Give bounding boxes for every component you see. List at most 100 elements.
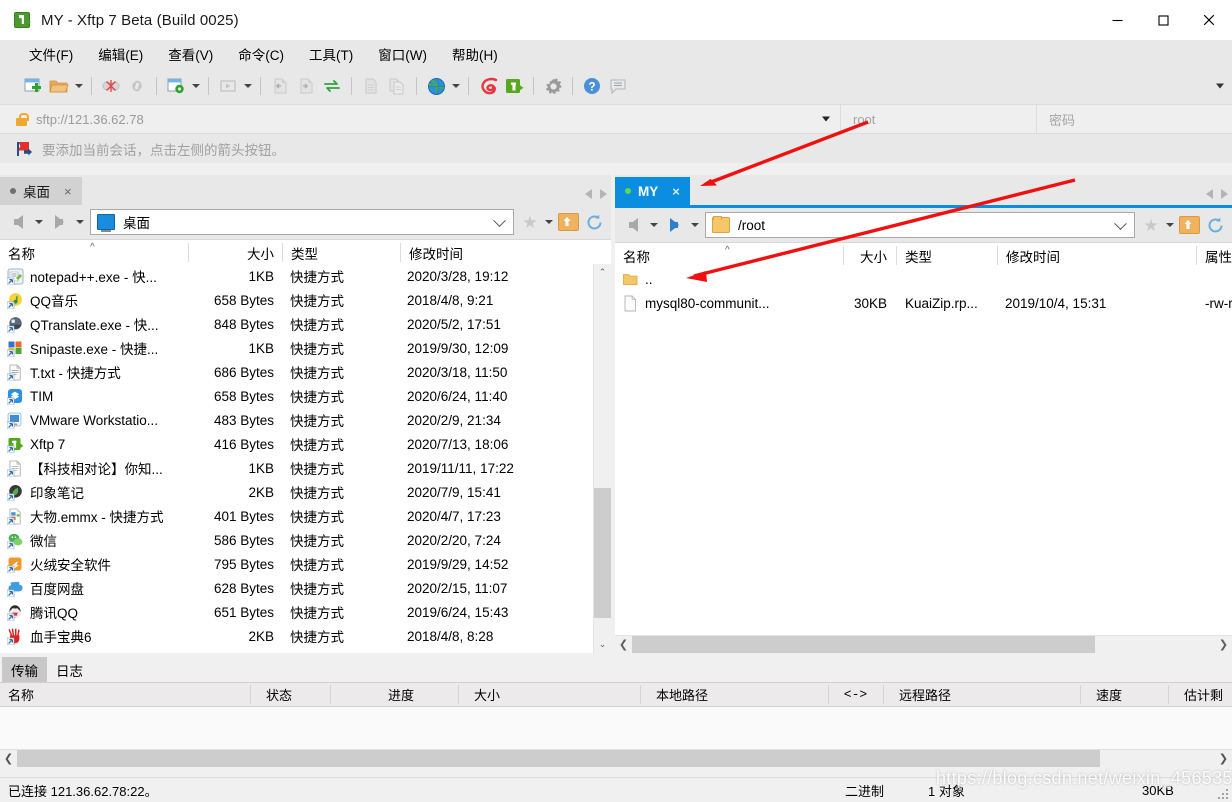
- tab-transfer[interactable]: 传输: [2, 656, 47, 683]
- transfer-col-local-path[interactable]: 本地路径: [648, 683, 818, 706]
- session-properties-button[interactable]: [163, 73, 189, 99]
- local-col-type[interactable]: 类型: [283, 240, 400, 265]
- col-divider[interactable]: [250, 685, 251, 704]
- toolbar-overflow-caret[interactable]: [1216, 83, 1224, 89]
- file-row[interactable]: 微信 586 Bytes 快捷方式 2020/2/20, 7:24: [0, 528, 611, 552]
- url-dropdown-caret[interactable]: [822, 116, 830, 122]
- remote-path-dropdown-caret[interactable]: [1114, 217, 1127, 231]
- run-dropdown[interactable]: [241, 73, 254, 99]
- local-path-dropdown-caret[interactable]: [493, 214, 506, 228]
- remote-path-input[interactable]: /root: [705, 212, 1135, 238]
- file-row[interactable]: 大物.emmx - 快捷方式 401 Bytes 快捷方式 2020/4/7, 17:…: [0, 504, 611, 528]
- scroll-thumb[interactable]: [632, 636, 1095, 653]
- file-row[interactable]: 百度网盘 628 Bytes 快捷方式 2020/2/15, 11:07: [0, 576, 611, 600]
- file-row[interactable]: Xftp 7 416 Bytes 快捷方式 2020/7/13, 18:06: [0, 432, 611, 456]
- options-button[interactable]: [540, 73, 566, 99]
- tab-close-icon[interactable]: ×: [64, 185, 72, 198]
- transfer-col-name[interactable]: 名称: [0, 683, 250, 706]
- menu-tools[interactable]: 工具(T): [298, 41, 364, 68]
- tab-prev-arrow-icon[interactable]: [585, 189, 592, 199]
- remote-up-button[interactable]: [1176, 212, 1202, 238]
- remote-file-list[interactable]: .. mysql80-communit... 30KB KuaiZip.rp... 20…: [615, 267, 1232, 653]
- col-divider[interactable]: [1080, 685, 1081, 704]
- new-session-button[interactable]: [20, 73, 46, 99]
- local-path-input[interactable]: 桌面: [90, 209, 514, 235]
- file-row[interactable]: 火绒安全软件 795 Bytes 快捷方式 2019/9/29, 14:52: [0, 552, 611, 576]
- file-row[interactable]: 血手宝典6 2KB 快捷方式 2018/4/8, 8:28: [0, 624, 611, 648]
- transfer-list-body[interactable]: [0, 707, 1232, 749]
- scroll-right-arrow[interactable]: ❯: [1215, 636, 1232, 653]
- resize-grip-icon[interactable]: [1218, 789, 1229, 800]
- remote-col-modified[interactable]: 修改时间: [998, 243, 1196, 268]
- minimize-button[interactable]: [1094, 0, 1140, 40]
- globe-button[interactable]: [423, 73, 449, 99]
- local-up-button[interactable]: [555, 209, 581, 235]
- transfer-col-progress[interactable]: 进度: [380, 683, 450, 706]
- scroll-right-arrow[interactable]: ❯: [1215, 750, 1232, 767]
- scroll-left-arrow[interactable]: ❮: [615, 636, 632, 653]
- col-divider[interactable]: [458, 685, 459, 704]
- remote-forward-history-caret[interactable]: [688, 212, 701, 238]
- remote-bookmark-caret[interactable]: [1163, 212, 1176, 238]
- transfer-horizontal-scrollbar[interactable]: ❮ ❯: [0, 749, 1232, 767]
- remote-refresh-button[interactable]: [1202, 212, 1228, 238]
- local-refresh-button[interactable]: [581, 209, 607, 235]
- close-button[interactable]: [1186, 0, 1232, 40]
- tab-next-arrow-icon[interactable]: [600, 189, 607, 199]
- local-file-list[interactable]: notepad++.exe - 快... 1KB 快捷方式 2020/3/28, 19…: [0, 264, 611, 653]
- globe-dropdown[interactable]: [449, 73, 462, 99]
- col-divider[interactable]: [883, 685, 884, 704]
- remote-col-attrs[interactable]: 属性: [1197, 243, 1232, 268]
- remote-horizontal-scrollbar[interactable]: ❮ ❯: [615, 635, 1232, 653]
- xftp-green-button[interactable]: [501, 73, 527, 99]
- password-field[interactable]: 密码: [1036, 105, 1232, 133]
- remote-back-button[interactable]: [619, 212, 647, 238]
- remote-col-type[interactable]: 类型: [897, 243, 997, 268]
- file-row[interactable]: VMware Workstatio... 483 Bytes 快捷方式 2020/2/…: [0, 408, 611, 432]
- scroll-up-arrow[interactable]: ⌃: [594, 264, 611, 281]
- menu-command[interactable]: 命令(C): [227, 41, 295, 68]
- local-col-size[interactable]: 大小: [188, 240, 282, 265]
- scroll-thumb[interactable]: [17, 750, 1100, 767]
- transfer-col-speed[interactable]: 速度: [1088, 683, 1168, 706]
- tab-close-icon[interactable]: ×: [672, 185, 680, 198]
- transfer-col-remote-path[interactable]: 远程路径: [891, 683, 1071, 706]
- help-button[interactable]: ?: [579, 73, 605, 99]
- file-row[interactable]: QTranslate.exe - 快... 848 Bytes 快捷方式 2020/5…: [0, 312, 611, 336]
- transfer-col-eta[interactable]: 估计剩: [1176, 683, 1232, 706]
- username-field[interactable]: root: [840, 105, 1036, 133]
- transfer-col-direction[interactable]: <->: [828, 683, 883, 706]
- file-row[interactable]: 腾讯QQ 651 Bytes 快捷方式 2019/6/24, 15:43: [0, 600, 611, 624]
- scroll-down-arrow[interactable]: ⌄: [594, 636, 611, 653]
- session-url-field[interactable]: sftp://121.36.62.78: [0, 105, 840, 133]
- menu-help[interactable]: 帮助(H): [441, 41, 509, 68]
- local-forward-history-caret[interactable]: [73, 209, 86, 235]
- file-row[interactable]: notepad++.exe - 快... 1KB 快捷方式 2020/3/28, 19…: [0, 264, 611, 288]
- scroll-left-arrow[interactable]: ❮: [0, 750, 17, 767]
- col-divider[interactable]: [330, 685, 331, 704]
- file-row[interactable]: TIM 658 Bytes 快捷方式 2020/6/24, 11:40: [0, 384, 611, 408]
- feedback-button[interactable]: [605, 73, 631, 99]
- transfer-col-status[interactable]: 状态: [258, 683, 328, 706]
- local-bookmark-caret[interactable]: [542, 209, 555, 235]
- remote-back-history-caret[interactable]: [647, 212, 660, 238]
- file-row[interactable]: ..: [615, 267, 1232, 291]
- menu-view[interactable]: 查看(V): [157, 41, 224, 68]
- tab-prev-arrow-icon[interactable]: [1206, 189, 1213, 199]
- file-row[interactable]: 印象笔记 2KB 快捷方式 2020/7/9, 15:41: [0, 480, 611, 504]
- xshell-button[interactable]: [475, 73, 501, 99]
- local-bookmark-button[interactable]: ★: [518, 209, 542, 235]
- file-row[interactable]: mysql80-communit... 30KB KuaiZip.rp... 2019…: [615, 291, 1232, 315]
- transfer-col-size[interactable]: 大小: [466, 683, 556, 706]
- local-vertical-scrollbar[interactable]: ⌃ ⌄: [593, 264, 611, 653]
- file-row[interactable]: 【科技相对论】你知... 1KB 快捷方式 2019/11/11, 17:22: [0, 456, 611, 480]
- sync-browsing-button[interactable]: [319, 73, 345, 99]
- local-back-button[interactable]: [4, 209, 32, 235]
- local-forward-button[interactable]: [45, 209, 73, 235]
- file-row[interactable]: QQ音乐 658 Bytes 快捷方式 2018/4/8, 9:21: [0, 288, 611, 312]
- session-properties-dropdown[interactable]: [189, 73, 202, 99]
- tab-next-arrow-icon[interactable]: [1221, 189, 1228, 199]
- local-tab-desktop[interactable]: 桌面 ×: [0, 177, 82, 205]
- remote-tab-my[interactable]: MY ×: [615, 177, 690, 205]
- file-row[interactable]: T.txt - 快捷方式 686 Bytes 快捷方式 2020/3/18, 11:5…: [0, 360, 611, 384]
